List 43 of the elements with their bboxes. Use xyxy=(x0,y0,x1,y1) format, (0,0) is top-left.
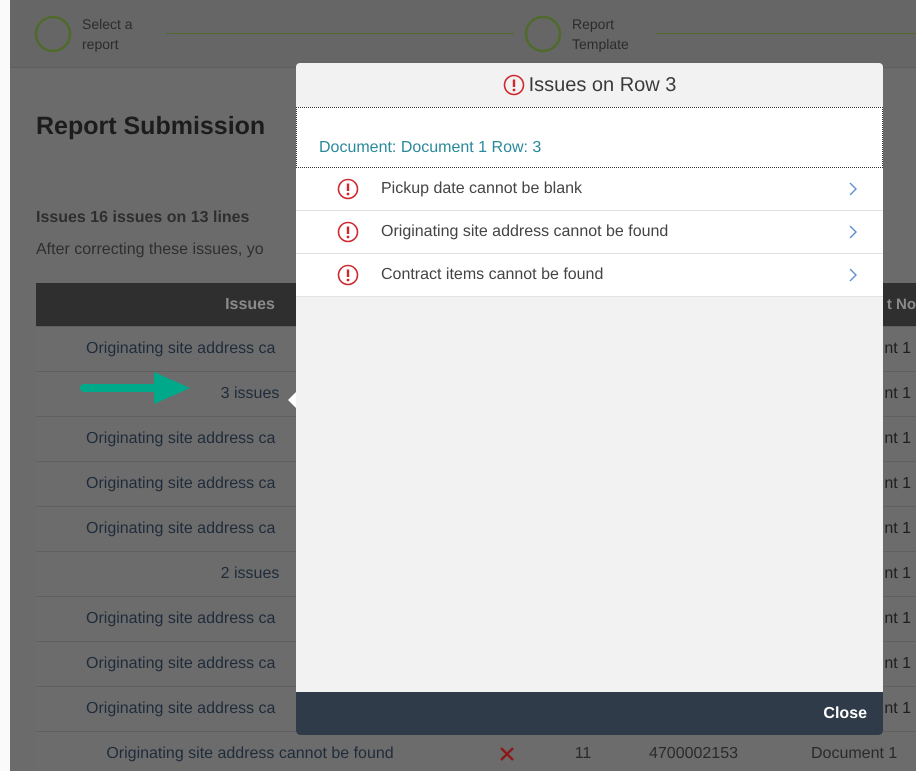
issue-list-item[interactable]: Pickup date cannot be blank xyxy=(296,168,883,211)
issue-list-item[interactable]: Originating site address cannot be found xyxy=(296,211,883,254)
chevron-right-icon xyxy=(849,268,857,282)
table-cell-text: Document 1 xyxy=(810,745,898,763)
table-cell-text: nt 1 xyxy=(884,700,912,718)
table-cell-text: Originating site address ca xyxy=(85,520,276,538)
chevron-right-icon xyxy=(849,225,857,239)
page-title: Report Submission xyxy=(36,112,266,141)
table-cell-text: Originating site address ca xyxy=(85,475,276,493)
column-header: Issues xyxy=(224,296,276,314)
error-icon xyxy=(337,221,359,243)
step-circle-icon[interactable] xyxy=(34,14,72,52)
dialog-title: Issues on Row 3 xyxy=(528,74,676,96)
table-cell-text: nt 1 xyxy=(884,385,912,403)
document-row-label: Document: Document 1 Row: 3 xyxy=(319,139,542,157)
step-circle-icon[interactable] xyxy=(524,14,562,52)
table-cell-text: nt 1 xyxy=(884,475,912,493)
error-icon xyxy=(337,264,359,286)
instruction-text: After correcting these issues, yo xyxy=(36,241,265,259)
close-button[interactable]: Close xyxy=(813,698,877,728)
table-cell-text: nt 1 xyxy=(884,430,912,448)
table-cell-text: Originating site address ca xyxy=(85,610,276,628)
step-label: Select a report xyxy=(82,14,134,54)
issues-summary: Issues 16 issues on 13 lines xyxy=(36,209,250,227)
table-cell-text: Originating site address ca xyxy=(85,655,276,673)
table-cell-text: nt 1 xyxy=(884,565,912,583)
table-cell-text: nt 1 xyxy=(884,340,912,358)
error-icon xyxy=(502,74,525,96)
table-cell-text: Originating site address cannot be found xyxy=(105,745,395,763)
x-icon xyxy=(499,746,515,762)
table-cell-text: nt 1 xyxy=(884,655,912,673)
table-cell-text: nt 1 xyxy=(884,520,912,538)
error-icon xyxy=(337,178,359,200)
table-cell-text: Originating site address ca xyxy=(85,700,276,718)
issue-list-item[interactable]: Contract items cannot be found xyxy=(296,254,883,297)
column-header: t No xyxy=(886,296,916,313)
table-cell-text: Originating site address ca xyxy=(85,430,276,448)
table-cell-text: 4700002153 xyxy=(648,745,739,763)
table-cell-text: Originating site address ca xyxy=(85,340,276,358)
table-cell-text: 11 xyxy=(574,745,592,763)
step-label: Report Template xyxy=(572,14,630,54)
chevron-right-icon xyxy=(849,182,857,196)
table-cell-text: nt 1 xyxy=(884,610,912,628)
